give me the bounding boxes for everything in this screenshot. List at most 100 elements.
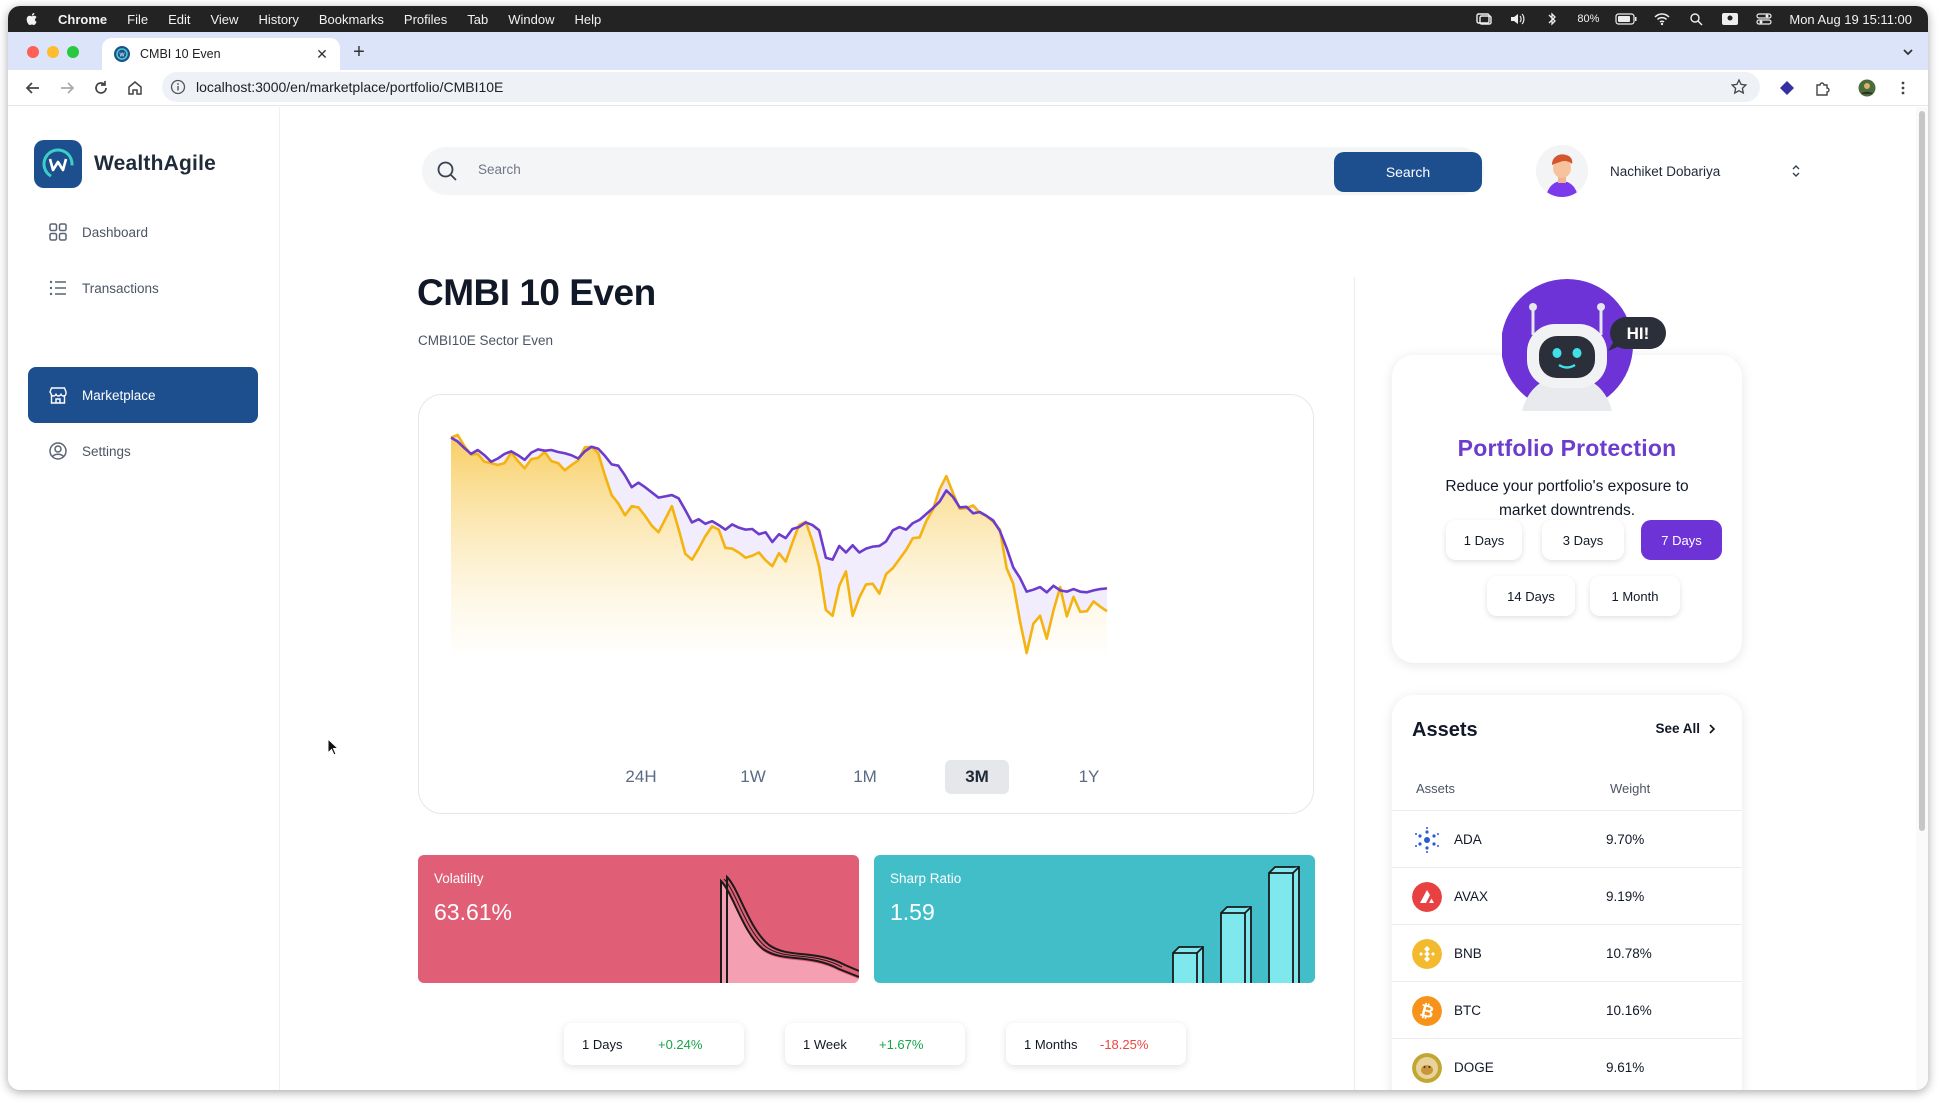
table-row[interactable]: AVAX 9.19% (1392, 867, 1742, 924)
range-24h[interactable]: 24H (609, 760, 673, 794)
chip-change: +0.24% (658, 1036, 703, 1052)
menu-view[interactable]: View (210, 12, 238, 27)
sidebar-item-label: Settings (82, 443, 131, 459)
menu-tab[interactable]: Tab (467, 12, 488, 27)
minimize-window-button[interactable] (47, 46, 59, 58)
volume-icon[interactable] (1509, 12, 1527, 26)
table-row[interactable]: ADA 9.70% (1392, 810, 1742, 867)
asset-weight: 9.19% (1606, 888, 1645, 904)
page-subtitle: CMBI10E Sector Even (418, 333, 554, 348)
svg-text:w: w (118, 52, 125, 59)
sharp-ratio-value: 1.59 (890, 899, 935, 925)
table-row[interactable]: DOGE 9.61% (1392, 1038, 1742, 1090)
range-1y[interactable]: 1Y (1057, 760, 1121, 794)
zoom-window-button[interactable] (67, 46, 79, 58)
bluetooth-icon[interactable] (1543, 12, 1561, 26)
menu-file[interactable]: File (127, 12, 148, 27)
spotlight-icon[interactable] (1687, 12, 1705, 26)
search-input[interactable]: Search (478, 162, 521, 177)
chevron-updown-icon[interactable] (1790, 163, 1802, 179)
status-area: 80% Mon Aug 19 15:11:00 (1475, 6, 1912, 32)
page-scrollbar[interactable] (1916, 107, 1928, 1090)
scrollbar-thumb[interactable] (1919, 111, 1925, 831)
protection-option-3-days[interactable]: 3 Days (1542, 520, 1624, 560)
table-row[interactable]: ₿ BTC 10.16% (1392, 981, 1742, 1038)
battery-icon[interactable] (1615, 12, 1637, 26)
site-info-icon[interactable] (170, 79, 186, 95)
assets-title: Assets (1412, 719, 1478, 741)
range-selector: 24H 1W 1M 3M 1Y (609, 760, 1169, 794)
menu-edit[interactable]: Edit (168, 12, 190, 27)
sharp-ratio-card[interactable]: Sharp Ratio 1.59 (874, 855, 1315, 983)
table-row[interactable]: BNB 10.78% (1392, 924, 1742, 981)
avatar[interactable] (1536, 145, 1588, 197)
screen-mirror-icon[interactable] (1475, 12, 1493, 26)
menu-profiles[interactable]: Profiles (404, 12, 447, 27)
protection-option-14-days[interactable]: 14 Days (1487, 576, 1575, 616)
hi-bubble-text: HI! (1627, 324, 1650, 343)
search-button[interactable]: Search (1334, 152, 1482, 192)
back-arrow-icon[interactable] (24, 79, 42, 97)
store-icon (49, 387, 67, 404)
asset-symbol: ADA (1454, 831, 1482, 847)
close-tab-icon[interactable]: ✕ (314, 46, 330, 62)
extension-diamond-icon[interactable] (1778, 79, 1796, 97)
wifi-icon[interactable] (1653, 12, 1671, 26)
wealthagile-logo-icon (34, 140, 82, 188)
user-menu[interactable]: Nachiket Dobariya (1536, 143, 1802, 199)
assets-column-header: Assets (1416, 781, 1456, 796)
menu-app-name[interactable]: Chrome (58, 12, 107, 27)
control-center-icon[interactable] (1755, 12, 1773, 26)
sidebar-item-marketplace[interactable]: Marketplace (28, 367, 258, 423)
range-1m[interactable]: 1M (833, 760, 897, 794)
address-bar[interactable]: localhost:3000/en/marketplace/portfolio/… (162, 72, 1760, 102)
protection-option-1-month[interactable]: 1 Month (1590, 576, 1680, 616)
protection-option-7-days[interactable]: 7 Days (1641, 520, 1722, 560)
tab-cmbi10e[interactable]: w CMBI 10 Even ✕ (102, 38, 340, 70)
sharp-ratio-label: Sharp Ratio (890, 871, 962, 886)
see-all-label: See All (1655, 721, 1700, 736)
bookmark-star-icon[interactable] (1730, 78, 1748, 96)
menu-help[interactable]: Help (575, 12, 602, 27)
volatility-value: 63.61% (434, 899, 513, 925)
asset-symbol: AVAX (1454, 888, 1489, 904)
forward-arrow-icon[interactable] (58, 79, 76, 97)
user-switch-icon[interactable] (1721, 12, 1739, 26)
brand-name: WealthAgile (94, 152, 216, 175)
page-title: CMBI 10 Even (417, 272, 656, 313)
sidebar-item-dashboard[interactable]: Dashboard (28, 204, 258, 260)
range-1w[interactable]: 1W (721, 760, 785, 794)
ada-coin-icon (1412, 825, 1442, 855)
sidebar-item-transactions[interactable]: Transactions (28, 260, 258, 316)
menu-window[interactable]: Window (508, 12, 554, 27)
menu-history[interactable]: History (258, 12, 298, 27)
protection-option-1-days[interactable]: 1 Days (1446, 520, 1522, 560)
performance-chart[interactable] (419, 395, 1315, 725)
tab-search-icon[interactable] (1900, 44, 1916, 60)
close-window-button[interactable] (27, 46, 39, 58)
reload-icon[interactable] (92, 79, 110, 97)
profile-avatar-icon[interactable] (1858, 79, 1876, 97)
apple-icon[interactable] (24, 11, 40, 27)
menubar-clock[interactable]: Mon Aug 19 15:11:00 (1789, 12, 1912, 27)
bar-blocks-icon (1172, 866, 1300, 983)
chip-period: 1 Days (582, 1036, 623, 1052)
see-all-link[interactable]: See All (1655, 721, 1716, 736)
list-icon (49, 280, 66, 296)
url-text[interactable]: localhost:3000/en/marketplace/portfolio/… (196, 79, 503, 95)
search-bar[interactable]: Search (422, 147, 1484, 195)
home-icon[interactable] (126, 79, 144, 97)
chip-period: 1 Months (1024, 1036, 1078, 1052)
extensions-puzzle-icon[interactable] (1814, 79, 1832, 97)
menu-bookmarks[interactable]: Bookmarks (319, 12, 384, 27)
sidebar-item-settings[interactable]: Settings (28, 423, 258, 479)
asset-weight: 10.78% (1606, 945, 1652, 961)
btc-coin-icon: ₿ (1412, 996, 1442, 1026)
brand[interactable]: WealthAgile (34, 140, 216, 188)
range-3m[interactable]: 3M (945, 760, 1009, 794)
window-controls (27, 46, 79, 58)
new-tab-button[interactable]: + (348, 42, 370, 64)
volatility-card[interactable]: Volatility 63.61% (418, 855, 859, 983)
user-name: Nachiket Dobariya (1610, 163, 1721, 179)
browser-menu-icon[interactable] (1894, 79, 1912, 97)
